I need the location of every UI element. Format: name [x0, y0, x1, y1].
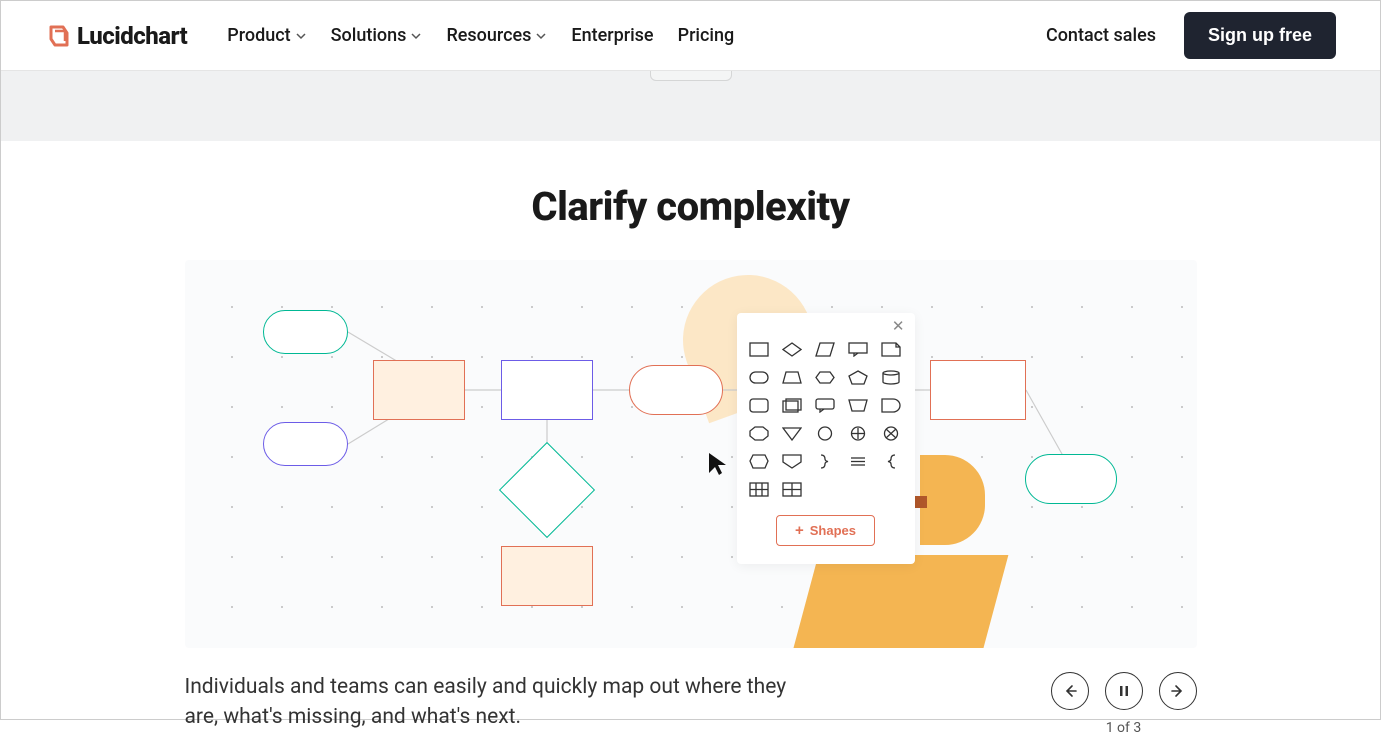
nav-solutions[interactable]: Solutions [331, 25, 423, 46]
main-content: Clarify complexity ✕ [1, 141, 1380, 736]
primary-nav: Product Solutions Resources Enterprise P… [227, 25, 734, 46]
shape-circle-x-icon[interactable] [881, 425, 901, 441]
shape-pentagon-icon[interactable] [848, 369, 868, 385]
section-caption: Individuals and teams can easily and qui… [185, 672, 825, 733]
chevron-down-icon [295, 30, 307, 42]
shape-diamond-icon[interactable] [782, 341, 802, 357]
shape-triangle-down-icon[interactable] [782, 425, 802, 441]
shape-octagon-icon[interactable] [749, 425, 769, 441]
plus-icon: + [795, 522, 804, 539]
diagram-canvas: ✕ [185, 260, 1197, 648]
arrow-left-icon [1062, 683, 1078, 699]
flowchart-process[interactable] [501, 546, 593, 606]
shape-table3-icon[interactable] [749, 481, 769, 497]
shape-speech-icon[interactable] [815, 397, 835, 413]
nav-pricing[interactable]: Pricing [678, 25, 735, 46]
shape-brace-left-icon[interactable] [881, 453, 901, 469]
shape-d-icon[interactable] [881, 397, 901, 413]
carousel-indicator: 1 of 3 [1106, 720, 1142, 736]
flowchart-decision[interactable] [498, 442, 594, 538]
logo-text: Lucidchart [77, 22, 187, 50]
shape-pill-icon[interactable] [749, 369, 769, 385]
bottom-row: Individuals and teams can easily and qui… [185, 672, 1197, 736]
logo-icon [45, 23, 71, 49]
shape-summation-icon[interactable] [848, 453, 868, 469]
shapes-button[interactable]: + Shapes [776, 515, 875, 546]
arrow-right-icon [1170, 683, 1186, 699]
shapes-panel: ✕ [737, 313, 915, 564]
signup-button[interactable]: Sign up free [1184, 12, 1336, 59]
shape-hexcut-icon[interactable] [749, 453, 769, 469]
shape-trapezoid2-icon[interactable] [848, 397, 868, 413]
shape-note-icon[interactable] [881, 341, 901, 357]
shape-stack-icon[interactable] [782, 397, 802, 413]
shape-rectangle-icon[interactable] [749, 341, 769, 357]
carousel-prev-button[interactable] [1051, 672, 1089, 710]
close-icon[interactable]: ✕ [892, 317, 905, 335]
contact-sales-link[interactable]: Contact sales [1046, 25, 1156, 46]
nav-enterprise[interactable]: Enterprise [571, 25, 653, 46]
shape-circle-icon[interactable] [815, 425, 835, 441]
pause-icon [1117, 684, 1131, 698]
carousel-pause-button[interactable] [1105, 672, 1143, 710]
flowchart-process[interactable] [930, 360, 1026, 420]
carousel-next-button[interactable] [1159, 672, 1197, 710]
shape-brace-right-icon[interactable] [815, 453, 835, 469]
decorative-blob [791, 555, 1008, 648]
flowchart-terminator[interactable] [263, 310, 348, 354]
gray-section [1, 71, 1380, 141]
shape-parallelogram-icon[interactable] [815, 341, 835, 357]
nav-product[interactable]: Product [227, 25, 306, 46]
header-right: Contact sales Sign up free [1046, 12, 1336, 59]
shape-cylinder-icon[interactable] [881, 369, 901, 385]
carousel-controls: 1 of 3 [1051, 672, 1197, 736]
shape-table2-icon[interactable] [782, 481, 802, 497]
flowchart-terminator[interactable] [263, 422, 348, 466]
shape-grid [749, 341, 903, 497]
flowchart-process[interactable] [373, 360, 465, 420]
nav-resources[interactable]: Resources [446, 25, 547, 46]
shape-callout-icon[interactable] [848, 341, 868, 357]
chevron-down-icon [535, 30, 547, 42]
logo[interactable]: Lucidchart [45, 22, 187, 50]
shape-trapezoid-icon[interactable] [782, 369, 802, 385]
main-header: Lucidchart Product Solutions Resources E… [1, 1, 1380, 71]
flowchart-terminator[interactable] [629, 365, 723, 415]
shape-hexagon-icon[interactable] [815, 369, 835, 385]
chevron-down-icon [410, 30, 422, 42]
shape-shield-icon[interactable] [782, 453, 802, 469]
shape-circle-plus-icon[interactable] [848, 425, 868, 441]
section-title: Clarify complexity [1, 183, 1380, 230]
flowchart-terminator[interactable] [1025, 454, 1117, 504]
shape-rounded-rect-icon[interactable] [749, 397, 769, 413]
cursor-icon [707, 451, 729, 481]
flowchart-process[interactable] [501, 360, 593, 420]
